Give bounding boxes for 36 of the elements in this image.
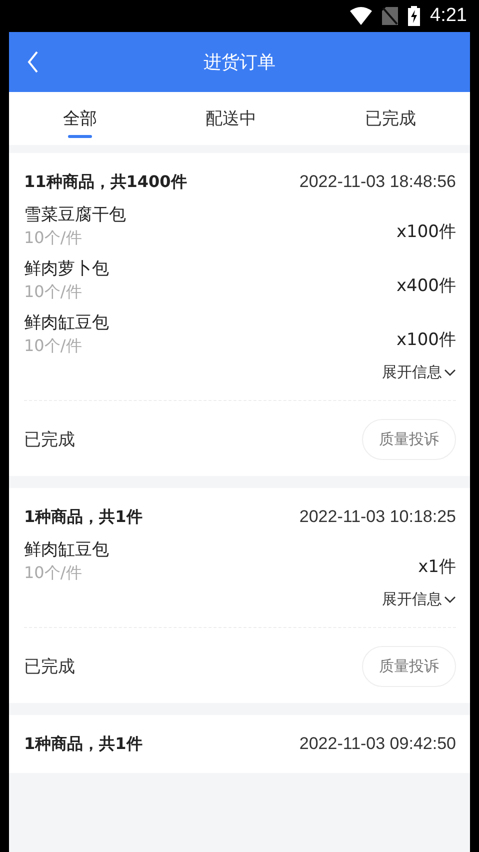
expand-info-link[interactable]: 展开信息 bbox=[382, 363, 456, 382]
tab[interactable]: 已完成 bbox=[354, 92, 426, 145]
tab[interactable]: 配送中 bbox=[195, 92, 266, 145]
expand-info-link[interactable]: 展开信息 bbox=[382, 590, 456, 609]
product-name: 雪菜豆腐干包 bbox=[24, 204, 126, 227]
order-status: 已完成 bbox=[24, 656, 75, 678]
battery-charging-icon bbox=[408, 6, 420, 26]
wifi-icon bbox=[350, 7, 372, 25]
chevron-down-icon bbox=[444, 596, 456, 604]
tab[interactable]: 全部 bbox=[53, 92, 108, 145]
product-quantity: x100件 bbox=[396, 328, 456, 350]
order-time: 2022-11-03 10:18:25 bbox=[299, 507, 456, 527]
order-time: 2022-11-03 18:48:56 bbox=[299, 172, 456, 192]
order-summary: 1种商品，共1件 bbox=[24, 734, 142, 754]
status-time: 4:21 bbox=[430, 5, 467, 27]
product-spec: 10个/件 bbox=[24, 227, 83, 249]
product-spec: 10个/件 bbox=[24, 562, 83, 584]
product-quantity: x100件 bbox=[396, 220, 456, 242]
page-title: 进货订单 bbox=[204, 51, 276, 74]
product-spec: 10个/件 bbox=[24, 335, 83, 357]
order-summary: 11种商品，共1400件 bbox=[24, 172, 187, 192]
chevron-down-icon bbox=[444, 368, 456, 376]
product-quantity: x1件 bbox=[418, 556, 456, 578]
back-icon bbox=[27, 51, 39, 73]
product-name: 鲜肉缸豆包 bbox=[24, 539, 109, 562]
no-sim-icon bbox=[382, 7, 398, 25]
order-summary: 1种商品，共1件 bbox=[24, 506, 142, 528]
complaint-button[interactable]: 质量投诉 bbox=[362, 646, 456, 687]
order-time: 2022-11-03 09:42:50 bbox=[299, 734, 456, 754]
product-quantity: x400件 bbox=[396, 274, 456, 296]
complaint-button[interactable]: 质量投诉 bbox=[362, 419, 456, 460]
product-spec: 10个/件 bbox=[24, 281, 83, 303]
product-name: 鲜肉缸豆包 bbox=[24, 312, 109, 335]
product-name: 鲜肉萝卜包 bbox=[24, 258, 109, 281]
order-status: 已完成 bbox=[24, 429, 75, 451]
back-button[interactable] bbox=[27, 51, 39, 73]
